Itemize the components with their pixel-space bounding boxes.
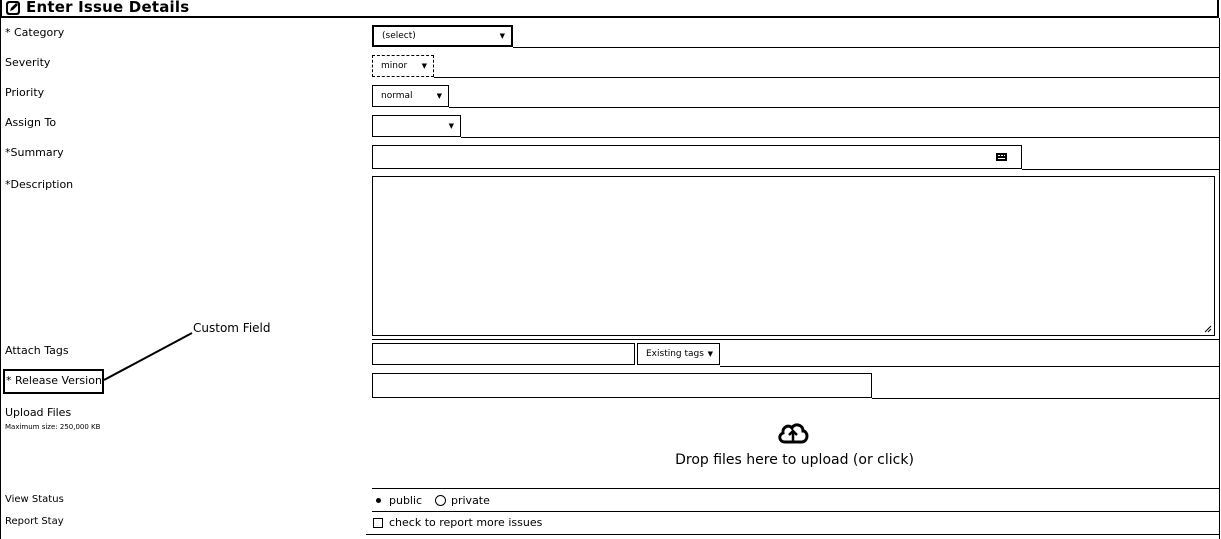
drop-files-text: Drop files here to upload (or click) (675, 452, 914, 468)
annotation-arrow (103, 332, 193, 381)
row-divider (366, 534, 1219, 535)
resize-grip-icon[interactable] (1204, 325, 1212, 333)
tags-input[interactable] (372, 343, 635, 365)
severity-select[interactable]: minor ▼ (372, 55, 434, 77)
page-title: Enter Issue Details (26, 0, 190, 16)
private-option-label: private (451, 494, 490, 507)
max-size-hint: Maximum size: 250,000 KB (5, 423, 101, 431)
right-border (1219, 18, 1220, 539)
severity-label: Severity (5, 56, 51, 69)
upload-dropzone[interactable]: Drop files here to upload (or click) (372, 403, 1219, 488)
summary-input[interactable] (372, 145, 1022, 169)
category-label: * Category (5, 26, 65, 39)
report-stay-label: Report Stay (5, 516, 64, 527)
row-divider (513, 47, 1219, 48)
category-value: (select) (382, 31, 416, 41)
row-divider (372, 488, 1219, 489)
chevron-down-icon: ▼ (707, 350, 713, 358)
description-label: *Description (5, 178, 74, 191)
private-radio[interactable] (435, 495, 446, 506)
chevron-down-icon: ▼ (448, 122, 454, 130)
row-divider (872, 398, 1219, 399)
release-version-input[interactable] (372, 373, 872, 398)
existing-tags-value: Existing tags (646, 349, 704, 359)
priority-select[interactable]: normal ▼ (372, 85, 449, 107)
release-version-label: * Release Version (6, 374, 102, 387)
row-divider (434, 77, 1219, 78)
edit-icon (6, 1, 20, 15)
row-divider (1022, 169, 1219, 170)
chevron-down-icon: ▼ (421, 62, 427, 70)
attach-tags-label: Attach Tags (5, 344, 69, 357)
cloud-upload-icon (778, 423, 809, 444)
upload-files-label: Upload Files (5, 406, 72, 419)
existing-tags-select[interactable]: Existing tags ▼ (637, 343, 720, 365)
summary-label: *Summary (5, 146, 64, 159)
assign-to-label: Assign To (5, 116, 57, 129)
row-divider (461, 137, 1219, 138)
report-stay-checkbox[interactable] (373, 518, 383, 528)
category-select[interactable]: (select) ▼ (372, 25, 513, 47)
assign-to-select[interactable]: ▼ (372, 115, 461, 137)
severity-value: minor (381, 61, 408, 71)
view-status-label: View Status (5, 494, 64, 505)
description-textarea[interactable] (372, 176, 1215, 336)
row-divider (720, 366, 1219, 367)
report-stay-checkbox-label: check to report more issues (389, 516, 543, 529)
public-option-label: public (389, 494, 423, 507)
row-divider (372, 511, 1219, 512)
row-divider (449, 107, 1219, 108)
left-border (0, 18, 1, 539)
priority-value: normal (381, 91, 413, 101)
row-divider (372, 339, 1219, 340)
public-radio[interactable] (373, 495, 384, 506)
keyboard-icon[interactable] (996, 153, 1007, 161)
chevron-down-icon: ▼ (499, 32, 505, 40)
chevron-down-icon: ▼ (436, 92, 442, 100)
priority-label: Priority (5, 86, 45, 99)
custom-field-annotation: Custom Field (193, 321, 271, 335)
